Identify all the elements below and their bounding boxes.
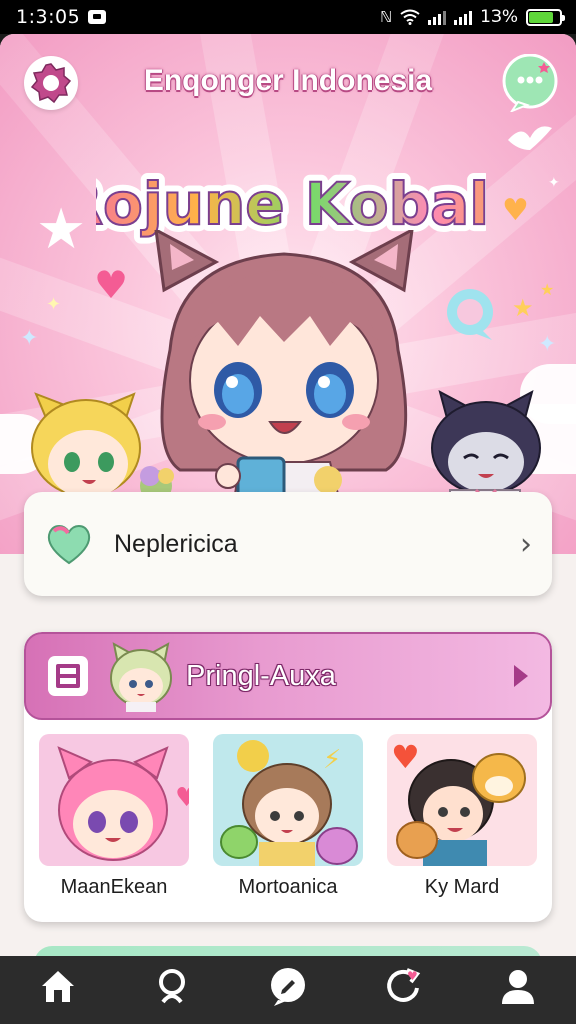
section-card: Pringl-Auxa ♥ MaanEkean ⚡ Mortoanica ♥ K… [24,632,552,922]
heart-decoration-icon: ♥ [502,193,529,228]
section-title: Pringl-Auxa [186,659,336,692]
star-decoration-icon: ✦ [538,332,557,357]
character-name: MaanEkean [60,876,168,898]
status-time: 1:3:05 [16,6,81,28]
chat-bubble-decoration-icon [447,289,493,340]
svg-text:♥: ♥ [175,783,189,813]
character-name: Mortoanica [238,876,338,898]
refresh-icon: ♥ [387,968,421,1002]
search-card[interactable]: Neplericica › [24,492,552,596]
heart-icon [47,525,91,565]
profile-icon [502,970,535,1004]
chat-icon [270,968,305,1006]
chevron-right-icon [514,665,528,687]
home-icon [41,971,74,1002]
star-decoration-icon: ★ [540,280,555,299]
svg-text:♥: ♥ [391,738,420,776]
section-avatar [110,642,172,712]
section-header[interactable]: Pringl-Auxa [24,632,552,720]
battery-icon [526,8,565,26]
star-decoration-icon: ★ [512,294,534,322]
nav-item-chat[interactable] [238,966,338,1006]
star-decoration-icon: ✦ [20,326,39,351]
svg-text:⚡: ⚡ [323,745,341,775]
signal-2-icon [454,9,473,25]
search-card-label: Neplericica [114,529,238,558]
next-section-card[interactable] [34,946,542,956]
hero-banner: ★ ✦ ✦ ✦ ✦ ★ ★ ♥ ♥ ♥ Enqonger Indonesia [0,34,576,554]
message-notification-icon [88,10,107,24]
bottom-navigation: ♥ [0,956,576,1024]
character-name: Ky Mard [424,876,500,898]
nav-item-refresh[interactable]: ♥ [353,966,453,1006]
battery-percent: 1З% [480,7,518,27]
heart-decoration-icon: ♥ [94,263,129,307]
character-tile[interactable]: ⚡ Mortoanica [212,734,364,899]
nav-item-search[interactable] [123,966,223,1006]
signal-icon [428,9,447,25]
wifi-icon [400,9,420,25]
character-list: ♥ MaanEkean ⚡ Mortoanica ♥ Ky Mard [38,734,538,899]
chevron-right-icon: › [520,526,532,562]
app-title: Enqonger Indonesia [143,64,433,97]
app-screen: ★ ✦ ✦ ✦ ✦ ★ ★ ♥ ♥ ♥ Enqonger Indonesia [0,34,576,956]
status-bar: 1:3:05 ℕ 1З% [0,0,576,34]
character-tile[interactable]: ♥ Ky Mard [386,734,538,899]
grid-icon [48,656,88,696]
character-image: ♥ [387,734,537,866]
bird-decoration-icon [508,126,552,150]
svg-text:Rojune Kobals: Rojune Kobals [96,170,486,238]
chat-button[interactable] [500,54,560,112]
nav-item-home[interactable] [8,966,108,1006]
character-image: ♥ [39,734,189,866]
star-decoration-icon: ★ [36,197,87,262]
nfc-icon: ℕ [380,7,393,26]
star-decoration-icon: ✦ [46,294,62,315]
star-decoration-icon: ✦ [548,175,560,191]
svg-text:♥: ♥ [407,969,418,983]
search-icon [158,969,185,1004]
nav-item-profile[interactable] [468,966,568,1006]
character-tile[interactable]: ♥ MaanEkean [38,734,190,899]
character-image: ⚡ [213,734,363,866]
